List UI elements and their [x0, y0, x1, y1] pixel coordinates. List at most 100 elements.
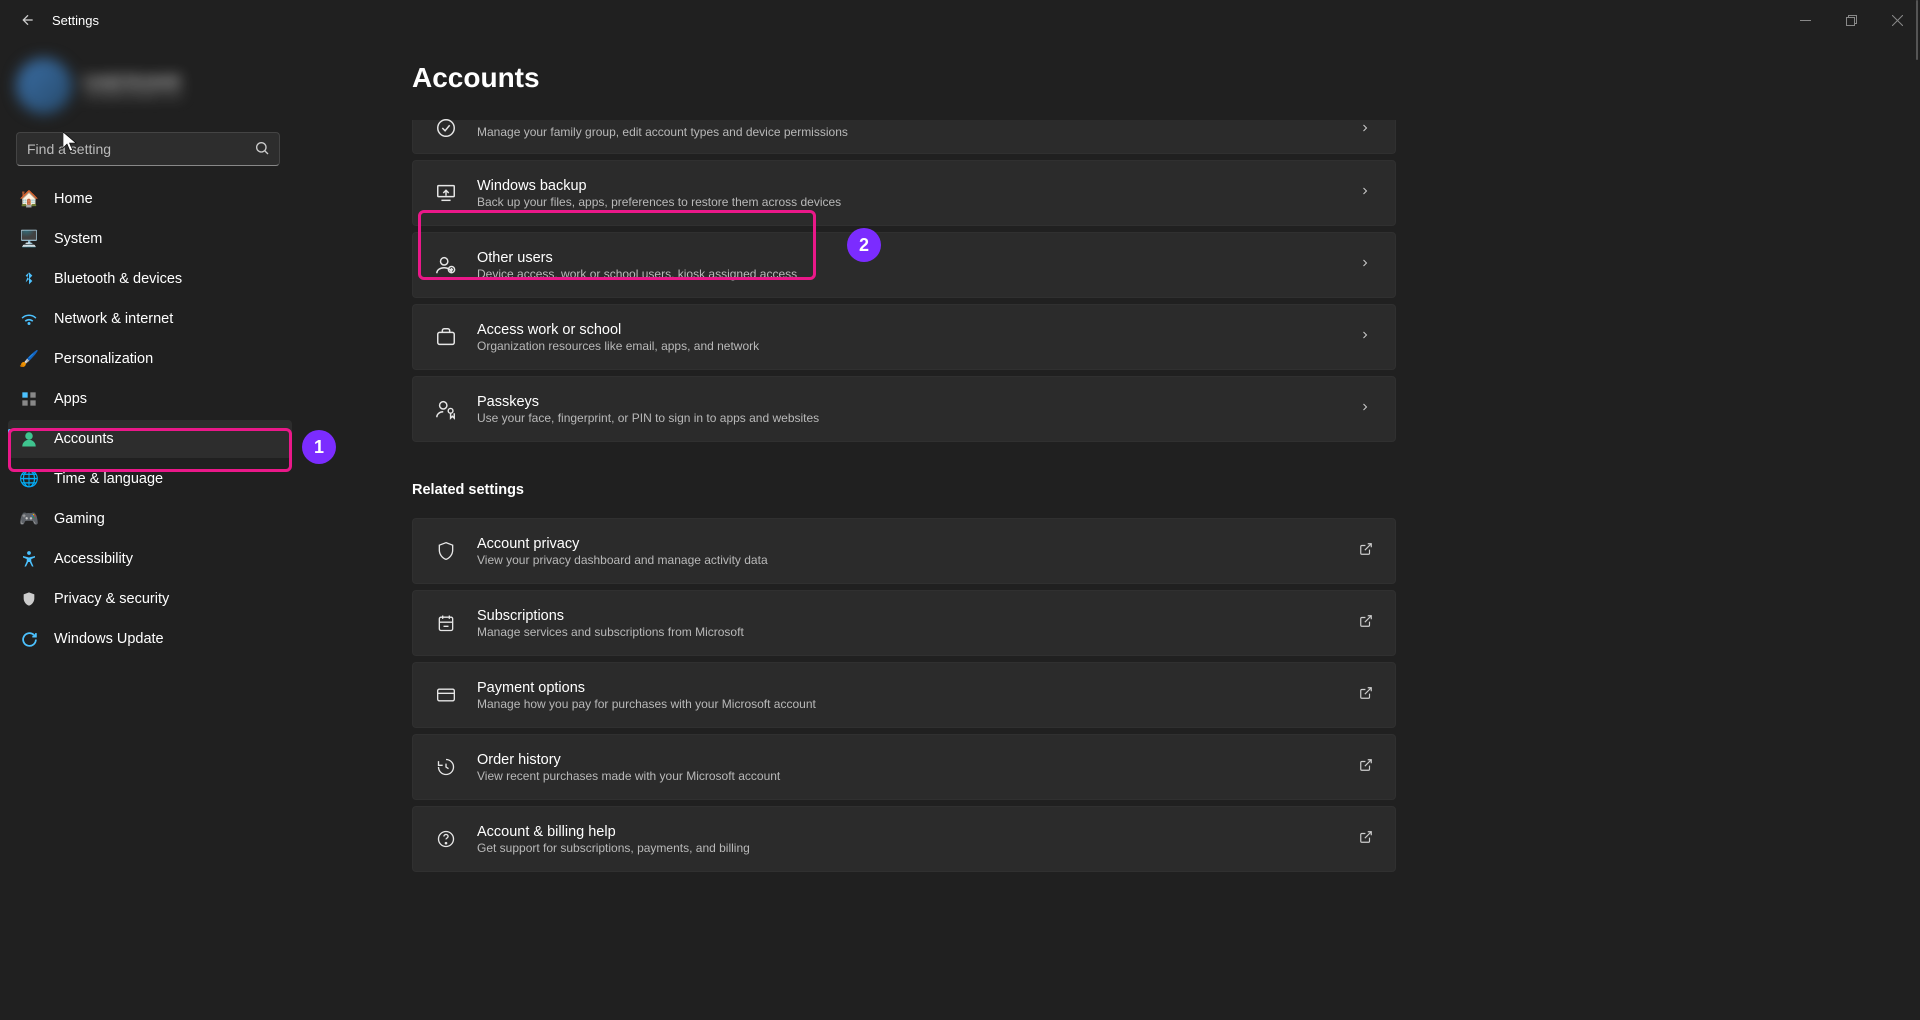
user-email: user@example.com [84, 88, 182, 100]
external-link-icon [1359, 686, 1373, 705]
card-desc: Manage how you pay for purchases with yo… [477, 697, 1359, 711]
card-work-school[interactable]: Access work or school Organization resou… [412, 304, 1396, 370]
card-billing-help[interactable]: Account & billing help Get support for s… [412, 806, 1396, 872]
nav-gaming[interactable]: 🎮 Gaming [8, 500, 292, 538]
nav-accessibility[interactable]: Accessibility [8, 540, 292, 578]
card-subscriptions[interactable]: Subscriptions Manage services and subscr… [412, 590, 1396, 656]
brush-icon: 🖌️ [20, 350, 38, 368]
nav-privacy[interactable]: Privacy & security [8, 580, 292, 618]
card-family[interactable]: Manage your family group, edit account t… [412, 120, 1396, 154]
settings-list: Manage your family group, edit account t… [412, 120, 1396, 872]
card-title: Order history [477, 752, 1359, 768]
card-desc: Organization resources like email, apps,… [477, 339, 1359, 353]
nav-label: Personalization [54, 351, 153, 367]
chevron-right-icon [1359, 121, 1373, 139]
card-desc: Get support for subscriptions, payments,… [477, 841, 1359, 855]
briefcase-icon [435, 326, 457, 348]
nav-label: Privacy & security [54, 591, 169, 607]
card-desc: View recent purchases made with your Mic… [477, 769, 1359, 783]
sidebar: Local Account user@example.com 🏠 Home 🖥️ S… [0, 40, 300, 1020]
card-title: Other users [477, 250, 1359, 266]
subscriptions-icon [435, 612, 457, 634]
nav-label: Accessibility [54, 551, 133, 567]
scrollbar[interactable] [1916, 40, 1918, 60]
card-title: Subscriptions [477, 608, 1359, 624]
nav-accounts[interactable]: Accounts [8, 420, 292, 458]
related-settings-heading: Related settings [412, 482, 1396, 498]
shield-icon [20, 590, 38, 608]
external-link-icon [1359, 542, 1373, 561]
external-link-icon [1359, 758, 1373, 777]
external-link-icon [1359, 614, 1373, 633]
family-icon [435, 117, 457, 139]
nav-label: Bluetooth & devices [54, 271, 182, 287]
card-other-users[interactable]: Other users Device access, work or schoo… [412, 232, 1396, 298]
user-name: Local Account [84, 72, 182, 88]
clock-globe-icon: 🌐 [20, 470, 38, 488]
nav-label: Accounts [54, 431, 114, 447]
card-windows-backup[interactable]: Windows backup Back up your files, apps,… [412, 160, 1396, 226]
system-icon: 🖥️ [20, 230, 38, 248]
card-desc: Use your face, fingerprint, or PIN to si… [477, 411, 1359, 425]
card-desc: Manage services and subscriptions from M… [477, 625, 1359, 639]
card-desc: Device access, work or school users, kio… [477, 267, 1359, 281]
person-icon [20, 430, 38, 448]
card-payment-options[interactable]: Payment options Manage how you pay for p… [412, 662, 1396, 728]
nav-system[interactable]: 🖥️ System [8, 220, 292, 258]
privacy-shield-icon [435, 540, 457, 562]
nav-time-language[interactable]: 🌐 Time & language [8, 460, 292, 498]
nav-label: Windows Update [54, 631, 164, 647]
nav-network[interactable]: Network & internet [8, 300, 292, 338]
order-history-icon [435, 756, 457, 778]
main-content[interactable]: Accounts Manage your family group, edit … [300, 40, 1920, 1020]
card-desc: Back up your files, apps, preferences to… [477, 195, 1359, 209]
accessibility-icon [20, 550, 38, 568]
titlebar: Settings [0, 0, 1920, 40]
nav-bluetooth[interactable]: Bluetooth & devices [8, 260, 292, 298]
other-users-icon [435, 254, 457, 276]
nav-home[interactable]: 🏠 Home [8, 180, 292, 218]
page-title: Accounts [412, 62, 1920, 94]
search-input[interactable] [16, 132, 280, 166]
chevron-right-icon [1359, 328, 1373, 346]
gaming-icon: 🎮 [20, 510, 38, 528]
wifi-icon [20, 310, 38, 328]
nav-label: Apps [54, 391, 87, 407]
nav-label: Home [54, 191, 93, 207]
nav-apps[interactable]: Apps [8, 380, 292, 418]
card-title: Account privacy [477, 536, 1359, 552]
window-controls [1782, 0, 1920, 40]
nav-personalization[interactable]: 🖌️ Personalization [8, 340, 292, 378]
card-title: Access work or school [477, 322, 1359, 338]
minimize-button[interactable] [1782, 0, 1828, 40]
chevron-right-icon [1359, 256, 1373, 274]
card-account-privacy[interactable]: Account privacy View your privacy dashbo… [412, 518, 1396, 584]
home-icon: 🏠 [20, 190, 38, 208]
maximize-button[interactable] [1828, 0, 1874, 40]
back-button[interactable] [14, 6, 42, 34]
close-button[interactable] [1874, 0, 1920, 40]
card-desc: Manage your family group, edit account t… [477, 125, 1359, 139]
external-link-icon [1359, 830, 1373, 849]
avatar [16, 58, 72, 114]
passkey-icon [435, 398, 457, 420]
window-title: Settings [52, 13, 99, 28]
card-title: Windows backup [477, 178, 1359, 194]
search-wrap [16, 132, 280, 166]
user-account-block[interactable]: Local Account user@example.com [8, 50, 292, 122]
nav-label: Network & internet [54, 311, 173, 327]
card-order-history[interactable]: Order history View recent purchases made… [412, 734, 1396, 800]
card-desc: View your privacy dashboard and manage a… [477, 553, 1359, 567]
card-title: Payment options [477, 680, 1359, 696]
card-title: Passkeys [477, 394, 1359, 410]
nav-label: Gaming [54, 511, 105, 527]
chevron-right-icon [1359, 400, 1373, 418]
nav-windows-update[interactable]: Windows Update [8, 620, 292, 658]
nav: 🏠 Home 🖥️ System Bluetooth & devices Netwo… [8, 180, 292, 658]
credit-card-icon [435, 684, 457, 706]
card-passkeys[interactable]: Passkeys Use your face, fingerprint, or … [412, 376, 1396, 442]
apps-icon [20, 390, 38, 408]
card-title: Account & billing help [477, 824, 1359, 840]
nav-label: Time & language [54, 471, 163, 487]
nav-label: System [54, 231, 102, 247]
